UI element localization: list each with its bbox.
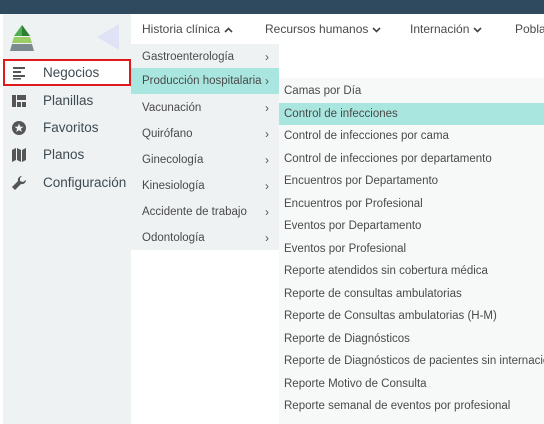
dropdown-item-label: Gastroenterología [142,51,235,63]
chevron-right-icon: › [265,231,269,245]
sidebar: Negocios Planillas Favoritos Planos Conf… [3,14,131,424]
submenu-item[interactable]: Reporte de consultas ambulatorias [279,283,544,305]
submenu-item-label: Eventos por Profesional [284,243,407,255]
submenu-item-control-de-infecciones[interactable]: Control de infecciones [279,103,544,125]
submenu-item-label: Encuentros por Profesional [284,198,423,210]
chevron-up-icon [224,25,233,36]
map-icon [11,147,27,163]
topmenu-label: Pobla [515,22,544,36]
submenu-item[interactable]: Control de infecciones por cama [279,125,544,147]
topmenu-label: Recursos humanos [265,22,369,36]
dropdown-item-label: Producción hospitalaria [142,75,262,87]
triangle-left-icon[interactable] [97,24,119,50]
sidebar-item-label: Negocios [43,65,100,80]
submenu-item-label: Reporte semanal de eventos por profesion… [284,400,511,412]
topmenu-label: Internación [410,22,470,36]
submenu-item[interactable]: Encuentros por Departamento [279,170,544,192]
submenu-item[interactable]: Control de infecciones por departamento [279,148,544,170]
submenu-item[interactable]: Reporte atendidos sin cobertura médica [279,260,544,282]
submenu-item[interactable]: Encuentros por Profesional [279,193,544,215]
dropdown-item-odontologia[interactable]: Odontología › [131,225,279,251]
topmenu-internacion[interactable]: Internación [410,22,482,36]
dropdown-item-quirofano[interactable]: Quirófano › [131,121,279,147]
submenu-item-label: Reporte atendidos sin cobertura médica [284,265,488,277]
submenu-item[interactable]: Reporte de Consultas ambulatorias (H-M) [279,305,544,327]
submenu-item[interactable]: Reporte de Diagnósticos de pacientes sin… [279,350,544,372]
submenu-item-label: Control de infecciones [284,108,398,120]
top-bar [0,0,544,14]
chevron-right-icon: › [265,50,269,64]
chevron-right-icon: › [265,101,269,115]
dropdown-item-label: Kinesiología [142,180,205,192]
star-icon [11,120,27,136]
topmenu-poblacion[interactable]: Pobla [515,22,544,36]
chevron-right-icon: › [265,153,269,167]
sidebar-item-label: Planillas [43,93,94,108]
submenu-item-label: Reporte de consultas ambulatorias [284,288,462,300]
chevron-right-icon: › [265,179,269,193]
sidebar-item-label: Planos [43,147,85,162]
sidebar-item-label: Configuración [43,175,127,190]
dropdown-item-label: Vacunación [142,102,202,114]
produccion-hospitalaria-submenu: Camas por Día Control de infecciones Con… [279,78,544,424]
logo-area [3,14,131,58]
sidebar-item-planos[interactable]: Planos [3,141,131,168]
historia-clinica-dropdown: Gastroenterología › Producción hospitala… [131,44,279,250]
submenu-item[interactable]: Reporte de Diagnósticos [279,328,544,350]
topmenu-historia-clinica[interactable]: Historia clínica [142,22,233,36]
sidebar-item-configuracion[interactable]: Configuración [3,169,131,196]
dropdown-item-ginecologia[interactable]: Ginecología › [131,147,279,173]
submenu-item-label: Eventos por Departamento [284,220,422,232]
submenu-item[interactable]: Eventos por Departamento [279,215,544,237]
sidebar-item-label: Favoritos [43,120,99,135]
submenu-item-label: Encuentros por Departamento [284,175,439,187]
sidebar-item-planillas[interactable]: Planillas [3,87,131,114]
wrench-icon [11,175,27,191]
dropdown-item-accidente-de-trabajo[interactable]: Accidente de trabajo › [131,199,279,225]
dropdown-item-produccion-hospitalaria[interactable]: Producción hospitalaria › [131,68,279,94]
dropdown-item-vacunacion[interactable]: Vacunación › [131,95,279,121]
chevron-down-icon [372,25,381,36]
submenu-item-label: Camas por Día [284,85,362,97]
sidebar-item-favoritos[interactable]: Favoritos [3,114,131,141]
dropdown-item-label: Ginecología [142,154,204,166]
submenu-item[interactable]: Camas por Día [279,80,544,102]
top-menu: Historia clínica Recursos humanos Intern… [131,14,544,44]
submenu-item[interactable]: Eventos por Profesional [279,238,544,260]
chevron-right-icon: › [265,74,269,88]
submenu-item-label: Reporte de Consultas ambulatorias (H-M) [284,310,497,322]
submenu-item-label: Reporte de Diagnósticos [284,333,410,345]
dropdown-item-label: Odontología [142,232,205,244]
dropdown-item-kinesiologia[interactable]: Kinesiología › [131,173,279,199]
chevron-right-icon: › [265,205,269,219]
submenu-item-label: Control de infecciones por departamento [284,153,492,165]
pyramid-logo-icon[interactable] [10,24,34,52]
dropdown-item-label: Accidente de trabajo [142,206,247,218]
dropdown-item-label: Quirófano [142,128,193,140]
dropdown-item-gastroenterologia[interactable]: Gastroenterología › [131,44,279,70]
grid-icon [11,93,27,109]
topmenu-recursos-humanos[interactable]: Recursos humanos [265,22,381,36]
list-icon [11,65,27,81]
submenu-item[interactable]: Reporte Motivo de Consulta [279,373,544,395]
chevron-down-icon [473,25,482,36]
sidebar-item-negocios[interactable]: Negocios [3,59,131,86]
submenu-item-label: Control de infecciones por cama [284,130,449,142]
submenu-item-label: Reporte de Diagnósticos de pacientes sin… [284,355,544,367]
submenu-item[interactable]: Reporte semanal de eventos por profesion… [279,395,544,417]
topmenu-label: Historia clínica [142,22,221,36]
chevron-right-icon: › [265,127,269,141]
submenu-item-label: Reporte Motivo de Consulta [284,378,427,390]
